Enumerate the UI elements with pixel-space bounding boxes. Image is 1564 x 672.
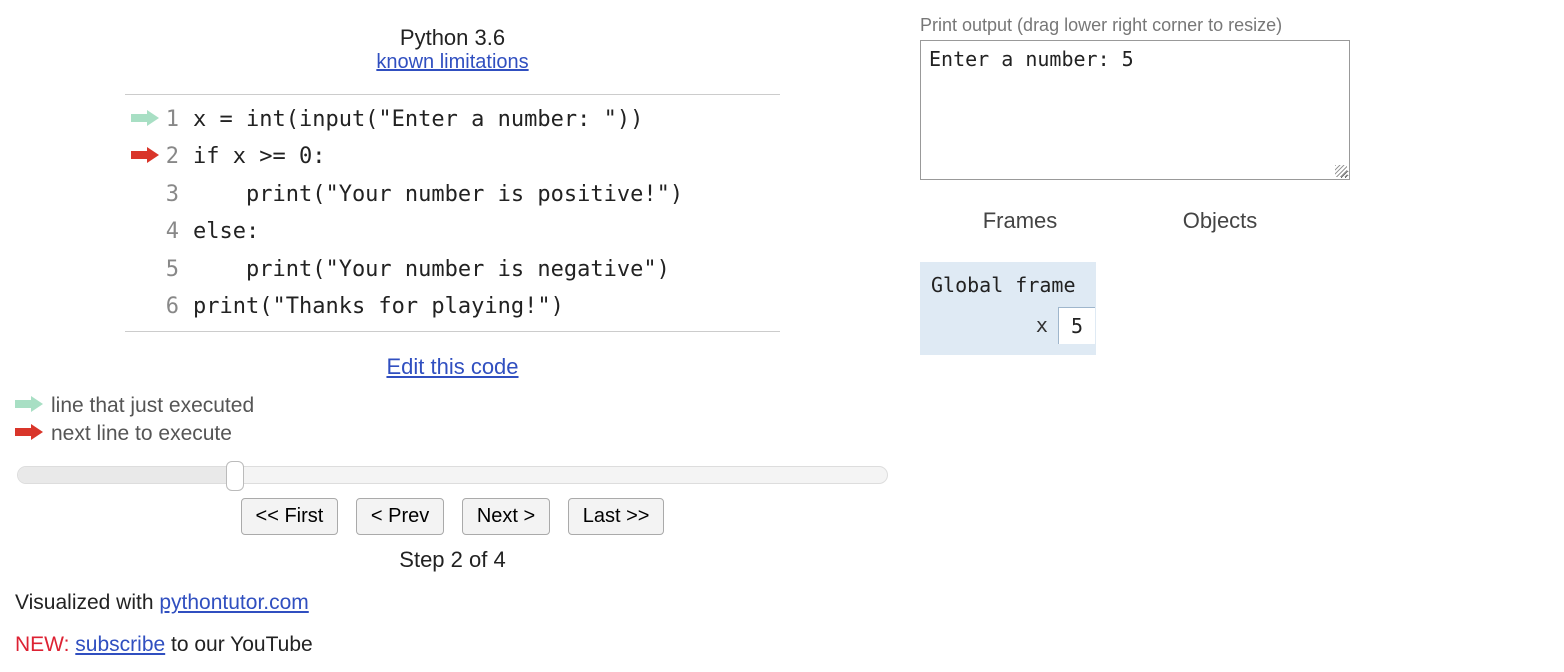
- next-arrow-icon: [125, 138, 165, 175]
- code-text: print("Your number is positive!"): [193, 176, 683, 213]
- pythontutor-link[interactable]: pythontutor.com: [159, 591, 308, 614]
- variable-row: x5: [921, 307, 1095, 344]
- executed-arrow-icon: [125, 101, 165, 138]
- legend-next-label: next line to execute: [51, 422, 232, 446]
- code-line: 2if x >= 0:: [125, 138, 780, 175]
- step-counter: Step 2 of 4: [15, 547, 890, 573]
- objects-header: Objects: [1120, 208, 1320, 234]
- code-text: print("Your number is negative"): [193, 251, 670, 288]
- print-output[interactable]: Enter a number: 5: [920, 40, 1350, 180]
- code-line: 3 print("Your number is positive!"): [125, 176, 780, 213]
- resize-grip-icon[interactable]: [1335, 165, 1347, 177]
- code-line: 1x = int(input("Enter a number: ")): [125, 101, 780, 138]
- legend-executed-label: line that just executed: [51, 394, 254, 418]
- next-button[interactable]: Next >: [462, 498, 550, 535]
- known-limitations-link[interactable]: known limitations: [376, 51, 528, 73]
- code-line: 4else:: [125, 213, 780, 250]
- next-arrow-icon: [15, 422, 43, 446]
- subscribe-link[interactable]: subscribe: [75, 633, 165, 656]
- frames-header: Frames: [920, 208, 1120, 234]
- line-number: 1: [165, 101, 193, 138]
- code-text: if x >= 0:: [193, 138, 325, 175]
- variable-name: x: [1026, 307, 1058, 344]
- step-slider[interactable]: [15, 466, 890, 484]
- line-number: 2: [165, 138, 193, 175]
- code-text: else:: [193, 213, 259, 250]
- code-text: x = int(input("Enter a number: ")): [193, 101, 643, 138]
- code-line: 6print("Thanks for playing!"): [125, 288, 780, 325]
- global-frame-title: Global frame: [921, 273, 1095, 307]
- edit-code-link[interactable]: Edit this code: [386, 354, 518, 379]
- output-label: Print output (drag lower right corner to…: [920, 15, 1549, 36]
- last-button[interactable]: Last >>: [568, 498, 665, 535]
- viz-prefix: Visualized with: [15, 591, 159, 614]
- line-number: 6: [165, 288, 193, 325]
- line-number: 4: [165, 213, 193, 250]
- subscribe-suffix: to our YouTube: [165, 633, 313, 656]
- executed-arrow-icon: [15, 394, 43, 418]
- output-text: Enter a number: 5: [929, 47, 1134, 71]
- code-listing: 1x = int(input("Enter a number: "))2if x…: [125, 94, 780, 332]
- prev-button[interactable]: < Prev: [356, 498, 444, 535]
- language-label: Python 3.6: [15, 25, 890, 51]
- line-number: 3: [165, 176, 193, 213]
- new-tag: NEW:: [15, 633, 69, 656]
- global-frame: Global frame x5: [920, 262, 1096, 355]
- code-text: print("Thanks for playing!"): [193, 288, 564, 325]
- variable-value: 5: [1058, 307, 1095, 344]
- line-number: 5: [165, 251, 193, 288]
- code-line: 5 print("Your number is negative"): [125, 251, 780, 288]
- first-button[interactable]: << First: [241, 498, 339, 535]
